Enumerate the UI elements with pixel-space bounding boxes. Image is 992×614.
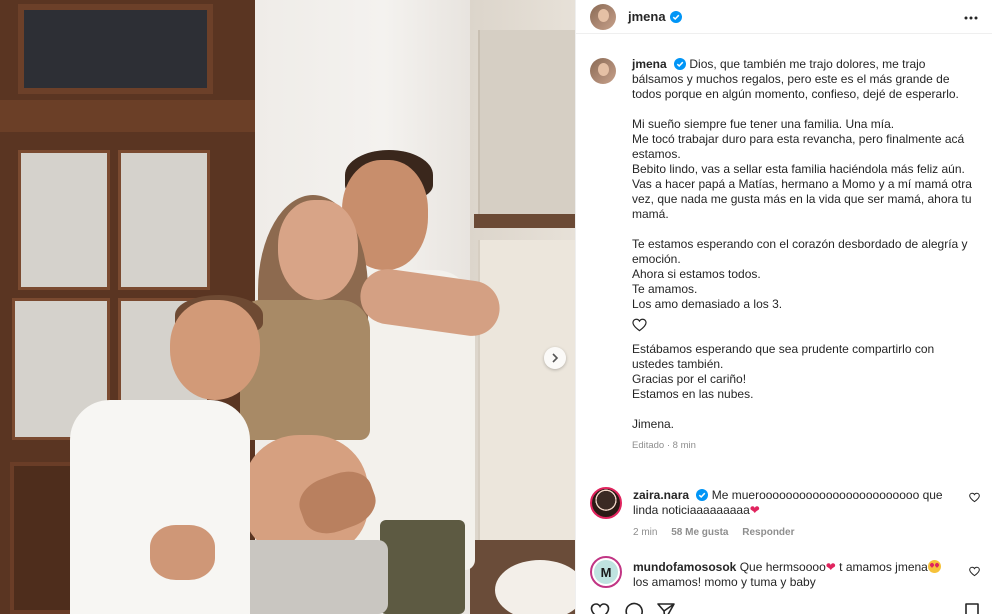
photo-wall-panel xyxy=(478,30,575,220)
comment-text: zaira.nara Me mueroooooooooooooooooooooo… xyxy=(633,488,953,518)
post-photo[interactable] xyxy=(0,0,575,614)
door-pane xyxy=(118,150,210,290)
photo-wall-frame xyxy=(474,214,575,228)
caption-line: Gracias por el cariño! xyxy=(632,372,747,386)
boy-head xyxy=(170,300,260,400)
comment-meta: 2 min 58 Me gusta Responder xyxy=(633,527,806,538)
comment-like-icon[interactable] xyxy=(969,566,980,577)
caption-username[interactable]: jmena xyxy=(632,57,667,71)
commenter-avatar[interactable] xyxy=(590,487,622,519)
red-heart-emoji: ❤ xyxy=(825,560,836,574)
more-horizontal-icon xyxy=(964,16,978,20)
boy-thumbs-up xyxy=(150,525,215,580)
verified-badge-icon xyxy=(696,489,709,501)
commenter-avatar[interactable]: M xyxy=(590,556,622,588)
heart-outline-icon xyxy=(632,318,647,332)
comment-likes[interactable]: 58 Me gusta xyxy=(671,527,728,538)
comment-username[interactable]: zaira.nara xyxy=(633,488,689,502)
caption-gap xyxy=(632,102,977,117)
heart-icon[interactable] xyxy=(590,602,610,614)
caption-heart xyxy=(632,318,977,333)
chevron-right-icon xyxy=(552,353,559,363)
comment-item: M mundofamososok Que hermsoooo❤ t amamos… xyxy=(590,556,980,596)
man-pants xyxy=(380,520,465,614)
caption-avatar[interactable] xyxy=(590,58,616,84)
caption-line: Me tocó trabajar duro para esta revancha… xyxy=(632,132,965,161)
red-heart-emoji: ❤ xyxy=(749,503,760,517)
heart-eyes-emoji xyxy=(927,560,941,573)
comment-text: mundofamososok Que hermsoooo❤ t amamos j… xyxy=(633,560,953,590)
more-options-button[interactable] xyxy=(964,10,978,22)
caption-line: Ahora si estamos todos. xyxy=(632,267,761,281)
caption-line: Mi sueño siempre fue tener una familia. … xyxy=(632,117,895,131)
photo-rug xyxy=(495,560,575,614)
carousel-next-button[interactable] xyxy=(544,347,566,369)
caption-line: Te estamos esperando con el corazón desb… xyxy=(632,237,968,266)
caption-edited-time: Editado · 8 min xyxy=(632,440,696,451)
post-header: jmena xyxy=(576,0,992,34)
caption-gap xyxy=(632,222,977,237)
comment-body: los amamos! momo y tuma y baby xyxy=(633,575,816,589)
woman-head xyxy=(278,200,358,300)
caption-line: Estábamos esperando que sea prudente com… xyxy=(632,342,935,371)
verified-badge-icon xyxy=(674,58,687,70)
comment-icon[interactable] xyxy=(623,602,643,614)
send-icon[interactable] xyxy=(656,602,676,614)
bookmark-icon[interactable] xyxy=(962,602,982,614)
comment-time: 2 min xyxy=(633,527,658,538)
comment-reply-button[interactable]: Responder xyxy=(742,527,794,538)
comment-username[interactable]: mundofamososok xyxy=(633,560,736,574)
caption-text: jmena Dios, que también me trajo dolores… xyxy=(632,57,977,453)
caption-gap xyxy=(632,402,977,417)
caption-line: Los amo demasiado a los 3. xyxy=(632,297,783,311)
author-avatar[interactable] xyxy=(590,3,616,30)
door-transom xyxy=(18,4,213,94)
comment-body: t amamos jmena xyxy=(835,560,928,574)
caption-line: Bebito lindo, vas a sellar esta familia … xyxy=(632,162,965,176)
caption-line: Vas a hacer papá a Matías, hermano a Mom… xyxy=(632,177,972,221)
caption-line: Te amamos. xyxy=(632,282,698,296)
verified-badge-icon xyxy=(669,10,682,23)
avatar-letter: M xyxy=(594,560,618,584)
door-pane xyxy=(18,150,110,290)
caption-signature: Jimena. xyxy=(632,417,675,431)
woman-pants xyxy=(238,540,388,614)
post-action-bar xyxy=(590,602,980,614)
comment-item: zaira.nara Me mueroooooooooooooooooooooo… xyxy=(590,487,980,547)
comment-body: Que hermsoooo xyxy=(739,560,826,574)
post-side-panel: jmena jmena Dios, que también me trajo d… xyxy=(575,0,992,614)
boy-figure xyxy=(70,400,250,614)
door-rail xyxy=(0,100,255,132)
comment-like-icon[interactable] xyxy=(969,492,980,503)
caption-line: Estamos en las nubes. xyxy=(632,387,754,401)
author-username[interactable]: jmena xyxy=(628,9,666,24)
